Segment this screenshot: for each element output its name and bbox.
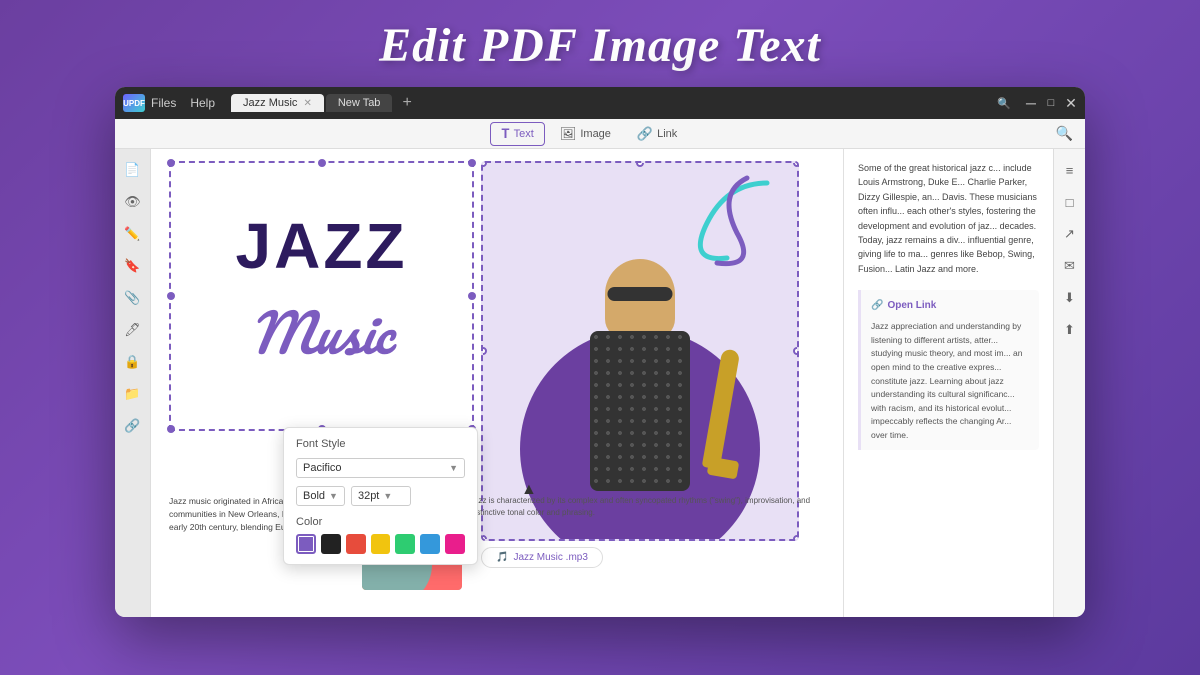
text-selection-box[interactable]: JAZZ Music xyxy=(169,161,474,431)
handle-top-mid[interactable] xyxy=(318,159,326,167)
close-button[interactable]: ✕ xyxy=(1065,97,1077,109)
color-swatch-purple[interactable] xyxy=(296,534,316,554)
font-size-arrow-icon: ▼ xyxy=(383,491,392,501)
search-titlebar-icon[interactable]: 🔍 xyxy=(997,97,1011,110)
maximize-button[interactable]: □ xyxy=(1045,97,1057,109)
toolbar-text-button[interactable]: 𝐓 Text xyxy=(490,122,545,146)
font-style-row: Bold ▼ 32pt ▼ xyxy=(296,486,465,506)
tab-jazz-music[interactable]: Jazz Music ✕ xyxy=(231,94,324,112)
color-swatch-pink[interactable] xyxy=(445,534,465,554)
handle-top-left[interactable] xyxy=(167,159,175,167)
handle-top-right[interactable] xyxy=(468,159,476,167)
title-bar: UPDF Files Help Jazz Music ✕ New Tab + 🔍… xyxy=(115,87,1085,119)
toolbar: 𝐓 Text 🖼 Image 🔗 Link 🔍 xyxy=(115,119,1085,149)
sidebar-right-pages-icon[interactable]: □ xyxy=(1057,189,1083,215)
sidebar-right-email-icon[interactable]: ✉ xyxy=(1057,253,1083,279)
page-title: Edit PDF Image Text xyxy=(379,0,821,87)
toolbar-link-label: Link xyxy=(657,128,677,140)
sidebar-document-icon[interactable]: 📄 xyxy=(120,157,146,183)
right-panel: Some of the great historical jazz c... i… xyxy=(843,149,1053,617)
color-swatch-green[interactable] xyxy=(395,534,415,554)
mouse-cursor-main: ▲ xyxy=(521,481,537,499)
font-name-value: Pacifico xyxy=(303,462,342,474)
window-controls: 🔍 ─ □ ✕ xyxy=(997,97,1077,110)
handle-mid-left[interactable] xyxy=(167,292,175,300)
color-swatch-black[interactable] xyxy=(321,534,341,554)
right-panel-main-text: Some of the great historical jazz c... i… xyxy=(858,161,1039,276)
font-style-select[interactable]: Bold ▼ xyxy=(296,486,345,506)
font-popup-title: Font Style xyxy=(296,438,465,450)
font-style-popup: Font Style Pacifico ▼ Bold ▼ 32p xyxy=(283,427,478,565)
menu-help[interactable]: Help xyxy=(190,96,215,110)
open-link-title[interactable]: 🔗 Open Link xyxy=(871,298,1029,314)
open-link-body-text: Jazz appreciation and understanding by l… xyxy=(871,320,1029,442)
sidebar-folder-icon[interactable]: 📁 xyxy=(120,381,146,407)
link-icon: 🔗 xyxy=(871,298,883,314)
handle-mid-right[interactable] xyxy=(468,292,476,300)
font-size-select[interactable]: 32pt ▼ xyxy=(351,486,411,506)
tab-jazz-close-icon[interactable]: ✕ xyxy=(303,98,311,109)
toolbar-search-icon[interactable]: 🔍 xyxy=(1056,125,1073,142)
font-name-select[interactable]: Pacifico ▼ xyxy=(296,458,465,478)
menu-bar: Files Help xyxy=(151,96,215,110)
tab-jazz-music-label: Jazz Music xyxy=(243,97,297,109)
color-swatch-blue[interactable] xyxy=(420,534,440,554)
toolbar-image-label: Image xyxy=(580,128,611,140)
jazz-music-link[interactable]: 🎵 Jazz Music .mp3 xyxy=(481,547,603,568)
tab-new-tab[interactable]: New Tab xyxy=(326,94,393,112)
tab-new-tab-label: New Tab xyxy=(338,97,381,109)
sidebar-view-icon[interactable]: 👁 xyxy=(120,189,146,215)
pdf-canvas: JAZZ Music Font Style Pacifico ▼ Bold xyxy=(151,149,843,617)
toolbar-link-button[interactable]: 🔗 Link xyxy=(626,122,688,146)
open-link-section: 🔗 Open Link Jazz appreciation and unders… xyxy=(858,290,1039,450)
open-link-label: Open Link xyxy=(887,298,936,314)
jazz-link-label: Jazz Music .mp3 xyxy=(513,552,587,563)
color-section-label: Color xyxy=(296,516,465,528)
minimize-button[interactable]: ─ xyxy=(1025,97,1037,109)
jazz-subtitle-text: Music xyxy=(249,286,393,378)
handle-bot-left[interactable] xyxy=(167,425,175,433)
jazz-link-icon: 🎵 xyxy=(496,552,508,563)
pdf-page: JAZZ Music Font Style Pacifico ▼ Bold xyxy=(151,149,843,617)
main-content: 📄 👁 ✏️ 🔖 📎 🖊 🔒 📁 🔗 xyxy=(115,149,1085,617)
image-toolbar-icon: 🖼 xyxy=(560,126,577,142)
decorative-curves-svg xyxy=(667,173,787,273)
toolbar-text-label: Text xyxy=(514,128,534,140)
menu-files[interactable]: Files xyxy=(151,96,176,110)
tab-bar: Jazz Music ✕ New Tab + xyxy=(231,94,420,112)
sidebar-right-download-icon[interactable]: ⬇ xyxy=(1057,285,1083,311)
font-style-value: Bold xyxy=(303,490,325,502)
jazz-title-text: JAZZ xyxy=(236,214,408,278)
sidebar-lock-icon[interactable]: 🔒 xyxy=(120,349,146,375)
color-swatches xyxy=(296,534,465,554)
toolbar-image-button[interactable]: 🖼 Image xyxy=(549,122,622,146)
font-name-arrow-icon: ▼ xyxy=(449,463,458,473)
sidebar-right: ≡ □ ↗ ✉ ⬇ ⬆ xyxy=(1053,149,1085,617)
sidebar-attachment-icon[interactable]: 📎 xyxy=(120,285,146,311)
color-swatch-red[interactable] xyxy=(346,534,366,554)
text-toolbar-icon: 𝐓 xyxy=(501,126,509,142)
tab-add-button[interactable]: + xyxy=(394,94,419,112)
app-logo: UPDF xyxy=(123,94,145,112)
font-style-arrow-icon: ▼ xyxy=(329,491,338,501)
font-size-value: 32pt xyxy=(358,490,379,502)
sidebar-link-icon[interactable]: 🔗 xyxy=(120,413,146,439)
sidebar-right-upload-icon[interactable]: ⬆ xyxy=(1057,317,1083,343)
sidebar-right-menu-icon[interactable]: ≡ xyxy=(1057,157,1083,183)
color-swatch-yellow[interactable] xyxy=(371,534,391,554)
sidebar-pen-icon[interactable]: 🖊 xyxy=(120,317,146,343)
link-toolbar-icon: 🔗 xyxy=(637,126,653,142)
sidebar-bookmark-icon[interactable]: 🔖 xyxy=(120,253,146,279)
sidebar-right-share-icon[interactable]: ↗ xyxy=(1057,221,1083,247)
font-name-row: Pacifico ▼ xyxy=(296,458,465,478)
sidebar-left: 📄 👁 ✏️ 🔖 📎 🖊 🔒 📁 🔗 xyxy=(115,149,151,617)
sidebar-edit-icon[interactable]: ✏️ xyxy=(120,221,146,247)
app-window: UPDF Files Help Jazz Music ✕ New Tab + 🔍… xyxy=(115,87,1085,617)
